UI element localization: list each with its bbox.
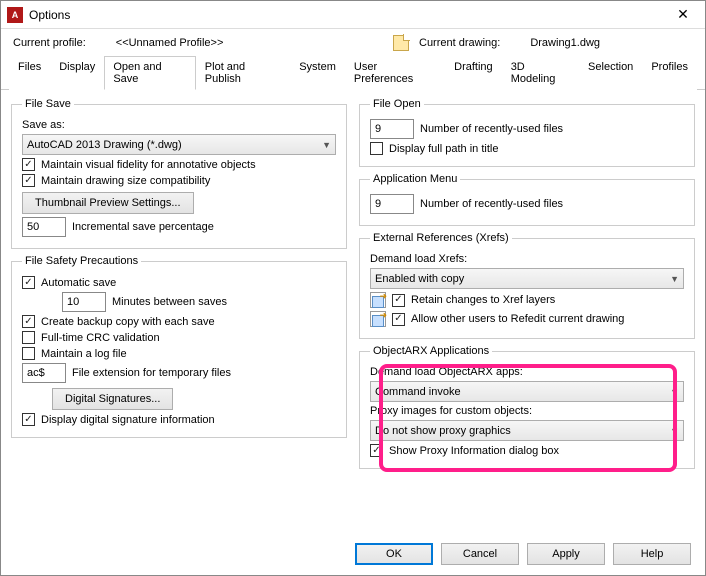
tab-user-preferences[interactable]: User Preferences [345,56,445,90]
left-column: File Save Save as: AutoCAD 2013 Drawing … [11,98,347,548]
check-backup-copy[interactable] [22,315,35,328]
tab-plot-and-publish[interactable]: Plot and Publish [196,56,290,90]
digital-signatures-button[interactable]: Digital Signatures... [52,388,173,410]
label-full-path: Display full path in title [389,143,498,155]
options-dialog: A Options ✕ Current profile: <<Unnamed P… [0,0,706,576]
tab-system[interactable]: System [290,56,345,90]
label-backup-copy: Create backup copy with each save [41,316,215,328]
tab-display[interactable]: Display [50,56,104,90]
current-drawing-label: Current drawing: [419,37,500,49]
legend-xrefs: External References (Xrefs) [370,232,512,244]
label-maintain-visual: Maintain visual fidelity for annotative … [41,159,256,171]
save-as-label: Save as: [22,119,65,131]
check-log-file[interactable] [22,347,35,360]
group-app-menu: Application Menu 9 Number of recently-us… [359,173,695,226]
group-xrefs: External References (Xrefs) Demand load … [359,232,695,339]
check-retain-xref-layers[interactable] [392,294,405,307]
temp-ext-input[interactable]: ac$ [22,363,66,383]
apply-button[interactable]: Apply [527,543,605,565]
tab-body: File Save Save as: AutoCAD 2013 Drawing … [1,90,705,550]
label-log-file: Maintain a log file [41,348,127,360]
profile-row: Current profile: <<Unnamed Profile>> Cur… [1,29,705,53]
tab-files[interactable]: Files [9,56,50,90]
tab-3d-modeling[interactable]: 3D Modeling [502,56,579,90]
tab-open-and-save[interactable]: Open and Save [104,56,195,90]
tab-drafting[interactable]: Drafting [445,56,502,90]
titlebar: A Options ✕ [1,1,705,29]
dialog-footer: OK Cancel Apply Help [1,533,705,575]
chevron-down-icon: ▼ [322,140,331,150]
proxy-images-combo[interactable]: Do not show proxy graphics ▼ [370,420,684,441]
tab-strip: Files Display Open and Save Plot and Pub… [1,55,705,90]
help-button[interactable]: Help [613,543,691,565]
label-auto-save: Automatic save [41,277,116,289]
group-file-open: File Open 9 Number of recently-used file… [359,98,695,167]
minutes-input[interactable]: 10 [62,292,106,312]
legend-file-save: File Save [22,98,74,110]
profile-right: Current drawing: Drawing1.dwg [393,35,600,51]
close-icon[interactable]: ✕ [663,2,703,28]
right-column: File Open 9 Number of recently-used file… [359,98,695,548]
appmenu-recent-label: Number of recently-used files [420,198,563,210]
demand-load-arx-value: Command invoke [375,386,461,398]
demand-load-xrefs-value: Enabled with copy [375,273,464,285]
xref-refedit-icon [370,311,386,327]
label-crc: Full-time CRC validation [41,332,160,344]
proxy-images-label: Proxy images for custom objects: [370,405,532,417]
label-retain-xref-layers: Retain changes to Xref layers [411,294,555,306]
label-show-proxy-info: Show Proxy Information dialog box [389,445,559,457]
current-profile-label: Current profile: [13,37,86,49]
check-maintain-visual[interactable] [22,158,35,171]
check-auto-save[interactable] [22,276,35,289]
minutes-label: Minutes between saves [112,296,227,308]
ok-button[interactable]: OK [355,543,433,565]
group-file-save: File Save Save as: AutoCAD 2013 Drawing … [11,98,347,249]
profile-left: Current profile: <<Unnamed Profile>> [13,37,353,49]
incremental-save-label: Incremental save percentage [72,221,214,233]
check-allow-refedit[interactable] [392,313,405,326]
xref-layers-icon [370,292,386,308]
thumbnail-settings-button[interactable]: Thumbnail Preview Settings... [22,192,194,214]
current-drawing-value: Drawing1.dwg [530,37,600,49]
label-allow-refedit: Allow other users to Refedit current dra… [411,313,624,325]
check-full-path[interactable] [370,142,383,155]
demand-load-xrefs-combo[interactable]: Enabled with copy ▼ [370,268,684,289]
cancel-button[interactable]: Cancel [441,543,519,565]
check-display-sig[interactable] [22,413,35,426]
demand-load-arx-label: Demand load ObjectARX apps: [370,366,523,378]
current-profile-value: <<Unnamed Profile>> [116,37,224,49]
label-maintain-size: Maintain drawing size compatibility [41,175,210,187]
window-title: Options [29,8,663,22]
legend-file-open: File Open [370,98,424,110]
legend-objectarx: ObjectARX Applications [370,345,492,357]
recent-files-label: Number of recently-used files [420,123,563,135]
demand-load-arx-combo[interactable]: Command invoke ▼ [370,381,684,402]
label-display-sig: Display digital signature information [41,414,215,426]
group-objectarx: ObjectARX Applications Demand load Objec… [359,345,695,469]
save-as-combo[interactable]: AutoCAD 2013 Drawing (*.dwg) ▼ [22,134,336,155]
legend-file-safety: File Safety Precautions [22,255,141,267]
chevron-down-icon: ▼ [670,274,679,284]
check-maintain-size[interactable] [22,174,35,187]
appmenu-recent-input[interactable]: 9 [370,194,414,214]
drawing-icon [393,35,409,51]
recent-files-input[interactable]: 9 [370,119,414,139]
proxy-images-value: Do not show proxy graphics [375,425,511,437]
save-as-value: AutoCAD 2013 Drawing (*.dwg) [27,139,182,151]
check-show-proxy-info[interactable] [370,444,383,457]
legend-app-menu: Application Menu [370,173,460,185]
temp-ext-label: File extension for temporary files [72,367,231,379]
incremental-save-input[interactable]: 50 [22,217,66,237]
app-icon: A [7,7,23,23]
chevron-down-icon: ▼ [670,426,679,436]
tab-profiles[interactable]: Profiles [642,56,697,90]
tab-selection[interactable]: Selection [579,56,642,90]
chevron-down-icon: ▼ [670,387,679,397]
check-crc[interactable] [22,331,35,344]
demand-load-xrefs-label: Demand load Xrefs: [370,253,467,265]
group-file-safety: File Safety Precautions Automatic save 1… [11,255,347,438]
